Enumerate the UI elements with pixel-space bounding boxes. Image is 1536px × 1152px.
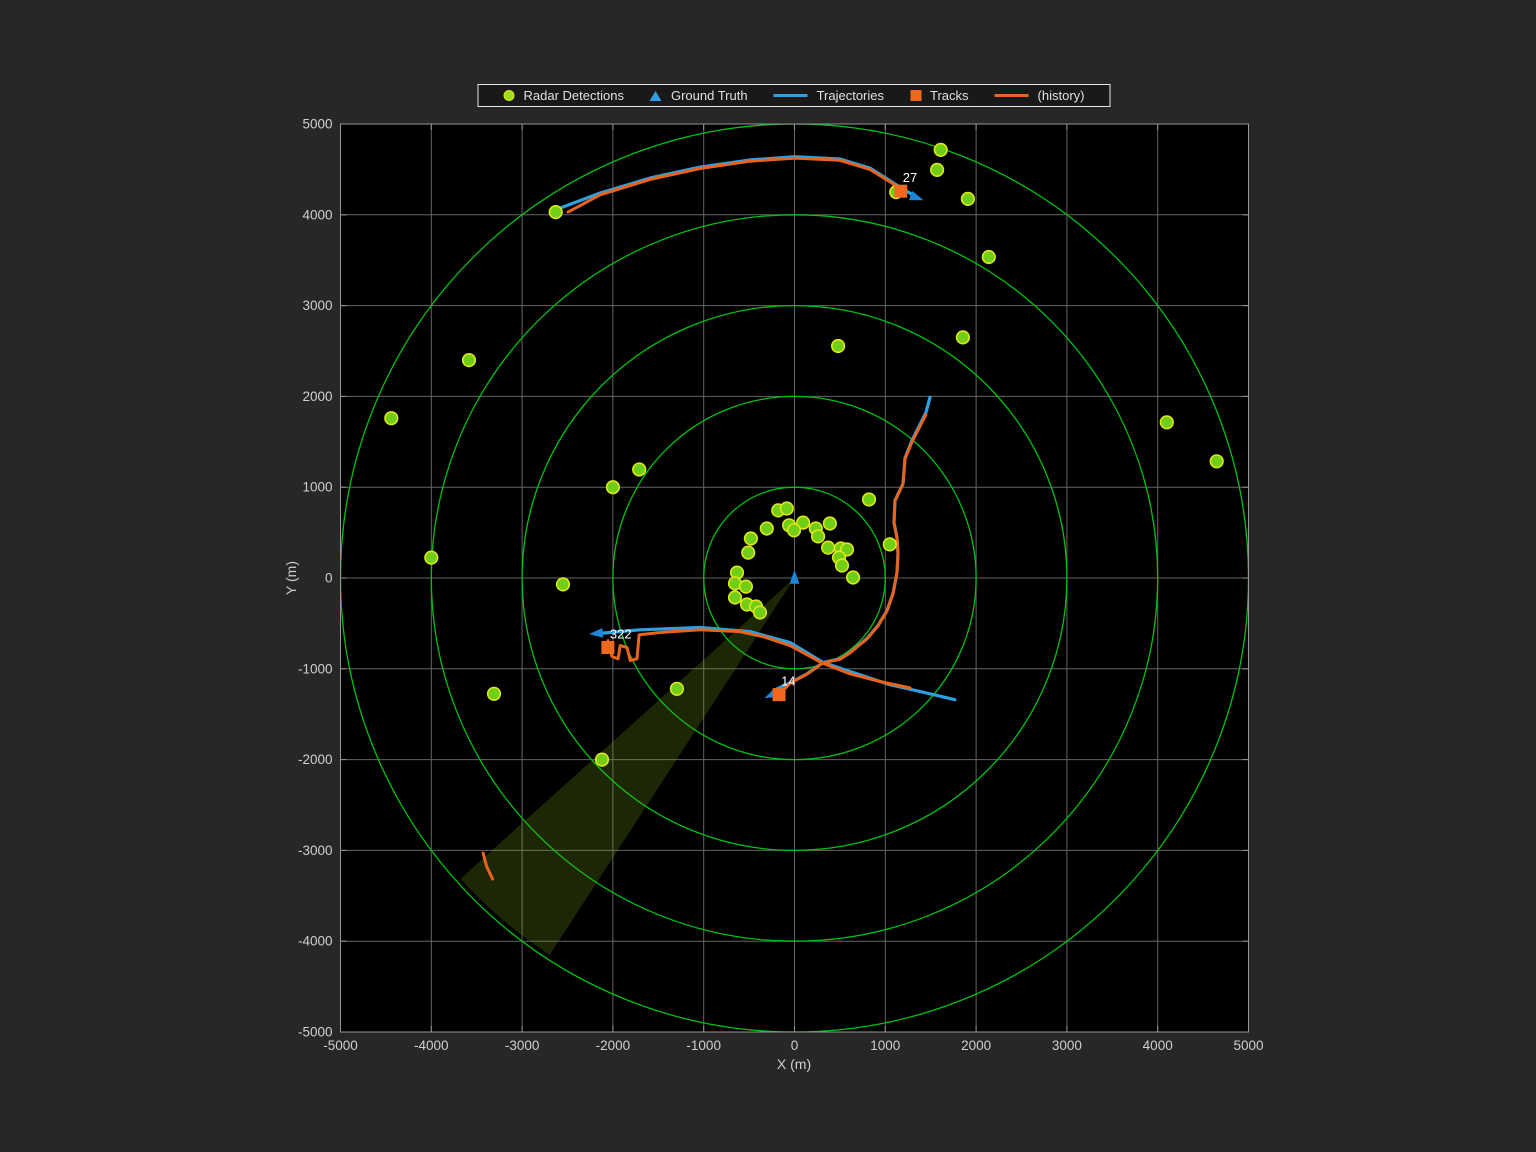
radar-detection-dot [847,571,860,584]
radar-detection-dot [962,193,975,206]
legend-item: Ground Truth [650,88,748,103]
radar-detection-dot [863,493,876,506]
y-tick-label: 2000 [302,389,332,404]
x-tick-label: -4000 [414,1038,449,1053]
radar-detection-dot [754,606,767,619]
radar-detection-dot [1210,455,1223,468]
x-tick-label: 4000 [1143,1038,1173,1053]
figure-canvas: 27 322 14 -5000 -4000 -3000 -2000 -1000 0 1000 200… [0,0,1536,1152]
legend-label: Trajectories [817,88,884,103]
legend: Radar Detections Ground Truth Trajectories… [478,84,1111,107]
legend-label: Ground Truth [671,88,748,103]
radar-detection-dot [884,538,897,551]
radar-detection-dot [934,144,947,157]
radar-detection-dot [425,551,438,564]
radar-detection-dot [1161,416,1174,429]
legend-line-orange-icon [995,94,1029,97]
x-axis-label: X (m) [777,1056,811,1072]
legend-item: Tracks [910,88,969,103]
legend-line-blue-icon [774,94,808,97]
x-tick-label: 5000 [1233,1038,1263,1053]
x-tick-label: -1000 [686,1038,721,1053]
radar-detection-dot [596,753,609,766]
y-tick-label: 1000 [302,480,332,495]
y-tick-label: 4000 [302,207,332,222]
radar-detection-dot [836,559,849,572]
legend-tri-icon [650,91,662,101]
radar-detection-dot [607,481,620,494]
y-tick-label: -2000 [298,752,333,767]
legend-label: Radar Detections [524,88,624,103]
legend-label: Tracks [930,88,969,103]
y-tick-label: -3000 [298,843,333,858]
radar-detection-dot [983,251,996,264]
y-tick-label: 3000 [302,298,332,313]
y-axis-label: Y (m) [283,561,299,595]
radar-detection-dot [549,206,562,219]
radar-detection-dot [812,530,825,543]
radar-detection-dot [740,580,753,593]
radar-detection-dot [781,502,794,515]
radar-plot: 27 322 14 -5000 -4000 -3000 -2000 -1000 0 1000 200… [0,0,1536,1152]
radar-detection-dot [822,541,835,554]
x-tick-label: 2000 [961,1038,991,1053]
x-tick-label: 3000 [1052,1038,1082,1053]
radar-detection-dot [633,463,646,476]
track-label: 27 [903,170,917,185]
x-tick-label: -2000 [596,1038,631,1053]
legend-label: (history) [1038,88,1085,103]
x-tick-label: -5000 [323,1038,358,1053]
radar-detection-dot [671,683,684,696]
radar-detection-dot [824,517,837,530]
radar-detection-dot [729,591,742,604]
radar-detection-dot [557,578,570,591]
radar-detection-dot [463,354,476,367]
track-label: 14 [781,674,795,689]
track-label: 322 [610,626,632,641]
radar-detection-dot [788,524,801,537]
x-tick-label: 1000 [870,1038,900,1053]
y-tick-label: -5000 [298,1025,333,1040]
legend-dot-icon [504,90,515,101]
radar-detection-dot [488,688,501,701]
radar-detection-dot [385,412,398,425]
y-tick-label: -4000 [298,934,333,949]
legend-square-icon [910,90,921,101]
track-square [894,185,907,198]
track-square [773,688,786,701]
x-tick-label: -3000 [505,1038,540,1053]
legend-item: Trajectories [774,88,884,103]
legend-item: Radar Detections [504,88,624,103]
y-tick-label: 5000 [302,117,332,132]
radar-detection-dot [832,340,845,353]
radar-detection-dot [745,532,758,545]
y-tick-label: 0 [325,571,333,586]
legend-item: (history) [995,88,1085,103]
x-tick-label: 0 [791,1038,799,1053]
track-square [601,641,614,654]
radar-detection-dot [957,331,970,344]
radar-detection-dot [742,546,755,559]
y-tick-label: -1000 [298,661,333,676]
radar-detection-dot [931,164,944,177]
radar-detection-dot [761,522,774,535]
